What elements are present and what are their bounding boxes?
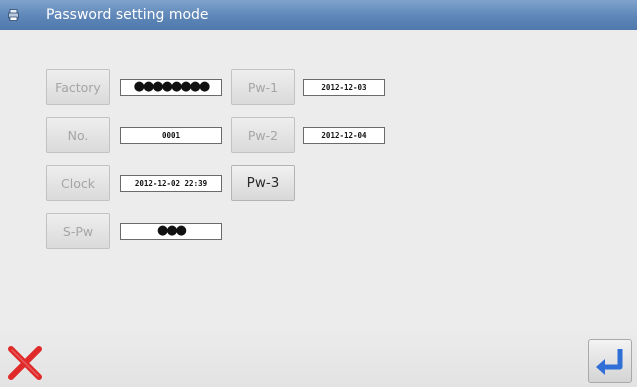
factory-password-field[interactable]: ●●●●●●●● xyxy=(120,79,222,96)
pw-2-date-field[interactable]: 2012-12-04 xyxy=(303,127,385,144)
window-title: Password setting mode xyxy=(46,7,209,23)
cancel-button[interactable] xyxy=(7,345,43,381)
enter-return-icon xyxy=(596,349,623,375)
enter-button[interactable] xyxy=(588,339,632,383)
no-button[interactable]: No. xyxy=(46,117,110,153)
s-pw-button[interactable]: S-Pw xyxy=(46,213,110,249)
clock-field[interactable]: 2012-12-02 22:39 xyxy=(120,175,222,192)
pw-1-date-field[interactable]: 2012-12-03 xyxy=(303,79,385,96)
title-bar: Password setting mode xyxy=(0,0,637,30)
red-x-icon xyxy=(8,346,42,380)
pw-1-button[interactable]: Pw-1 xyxy=(231,69,295,105)
printer-icon xyxy=(8,9,19,21)
pw-3-button[interactable]: Pw-3 xyxy=(231,165,295,201)
s-pw-password-field[interactable]: ●●● xyxy=(120,223,222,240)
no-field[interactable]: 0001 xyxy=(120,127,222,144)
factory-button[interactable]: Factory xyxy=(46,69,110,105)
pw-2-button[interactable]: Pw-2 xyxy=(231,117,295,153)
clock-button[interactable]: Clock xyxy=(46,165,110,201)
